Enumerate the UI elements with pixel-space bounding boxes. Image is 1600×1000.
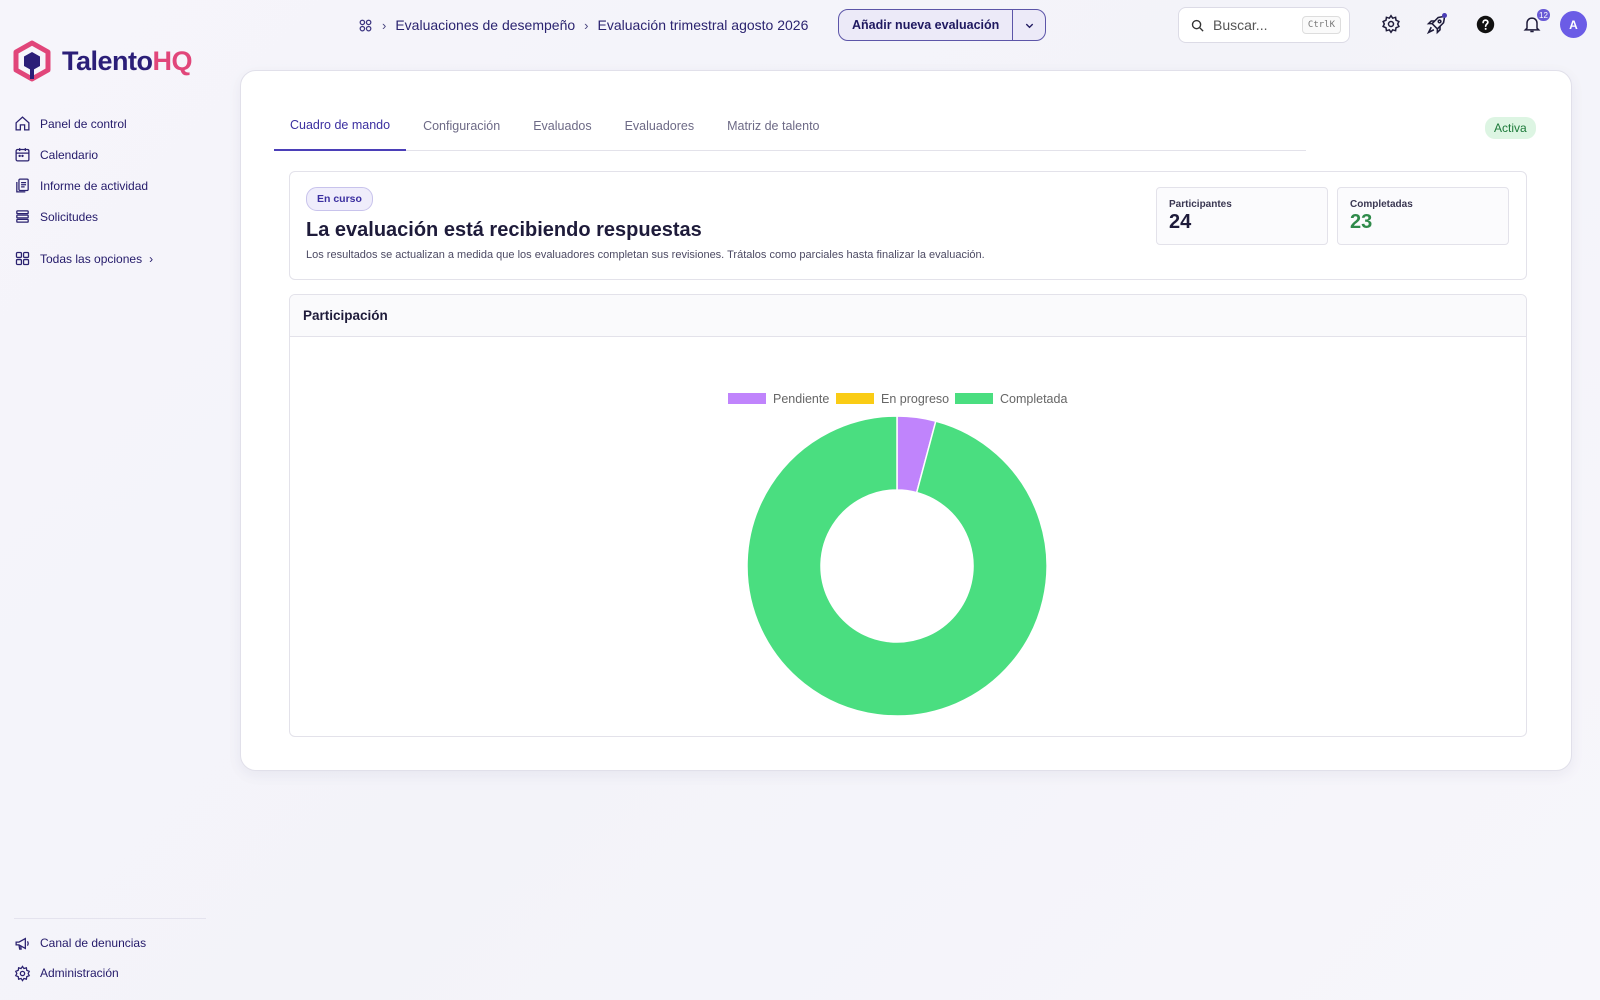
report-icon [16, 178, 29, 193]
sidebar-item-solicitudes[interactable]: Solicitudes [14, 201, 204, 232]
whats-new-button[interactable] [1424, 12, 1448, 36]
sidebar-item-calendario[interactable]: Calendario [14, 139, 204, 170]
legend-label: En progreso [881, 392, 949, 406]
logo[interactable]: TalentoHQ [12, 40, 192, 82]
add-evaluation-split-button: Añadir nueva evaluación [838, 9, 1047, 41]
breadcrumb-item[interactable]: Evaluaciones de desempeño [395, 17, 575, 33]
evaluation-card: Cuadro de mando Configuración Evaluados … [240, 70, 1572, 771]
stat-participantes: Participantes 24 [1156, 187, 1328, 245]
tab-evaluados[interactable]: Evaluados [517, 101, 607, 151]
sidebar: TalentoHQ Panel de control Calendario In… [0, 0, 210, 1000]
notification-count-badge: 12 [1537, 9, 1550, 21]
home-icon [15, 116, 30, 131]
add-evaluation-dropdown-button[interactable] [1013, 10, 1045, 40]
megaphone-icon [15, 936, 29, 950]
legend-swatch [836, 393, 874, 404]
legend-swatch [955, 393, 993, 404]
calendar-icon [15, 148, 30, 162]
tab-evaluadores[interactable]: Evaluadores [609, 101, 711, 151]
legend-label: Completada [1000, 392, 1067, 406]
sidebar-item-label: Informe de actividad [40, 178, 149, 193]
sidebar-item-panel-de-control[interactable]: Panel de control [14, 108, 204, 139]
user-avatar[interactable]: A [1560, 11, 1587, 38]
progress-banner: En curso La evaluación está recibiendo r… [289, 171, 1527, 280]
add-evaluation-button[interactable]: Añadir nueva evaluación [839, 10, 1014, 40]
logo-text: TalentoHQ [62, 45, 192, 76]
stat-label: Completadas [1350, 199, 1413, 210]
legend-label: Pendiente [773, 392, 829, 406]
sidebar-item-label: Todas las opciones [40, 251, 143, 266]
breadcrumb-item-current: Evaluación trimestral agosto 2026 [597, 17, 809, 33]
gear-icon [1382, 14, 1400, 34]
in-progress-chip: En curso [306, 187, 373, 211]
sidebar-nav: Panel de control Calendario Informe de a… [14, 108, 204, 274]
sidebar-item-label: Panel de control [40, 116, 127, 131]
donut-slice-completada[interactable] [746, 415, 1048, 717]
logo-cube-icon [13, 40, 51, 82]
gear-icon [14, 964, 31, 982]
legend-item[interactable]: Completada [955, 392, 1067, 406]
banner-description: Los resultados se actualizan a medida qu… [306, 249, 985, 261]
search-box[interactable]: Buscar... CtrlK [1178, 7, 1350, 43]
stat-value: 24 [1169, 211, 1192, 233]
chevron-down-icon [1025, 23, 1033, 28]
search-input[interactable]: Buscar... [1213, 17, 1294, 33]
legend-swatch [728, 393, 766, 404]
tab-cuadro-de-mando[interactable]: Cuadro de mando [274, 101, 407, 151]
sidebar-divider [14, 918, 206, 919]
help-icon [1476, 15, 1494, 33]
sidebar-item-todas-las-opciones[interactable]: Todas las opciones › [14, 243, 204, 274]
tab-matriz-de-talento[interactable]: Matriz de talento [711, 101, 835, 151]
sidebar-item-label: Canal de denuncias [40, 936, 147, 950]
notifications-button[interactable]: 12 [1520, 9, 1550, 36]
list-icon [16, 210, 29, 223]
legend-item[interactable]: Pendiente [728, 392, 829, 406]
status-badge: Activa [1485, 117, 1536, 139]
grid-icon [15, 251, 30, 266]
sidebar-item-label: Calendario [40, 147, 99, 162]
sidebar-item-canal-de-denuncias[interactable]: Canal de denuncias [14, 928, 204, 958]
sidebar-bottom-nav: Canal de denuncias Administración [14, 918, 206, 988]
banner-title: La evaluación está recibiendo respuestas [306, 219, 702, 241]
participation-donut-chart: Pendiente En progreso Completada [728, 392, 1067, 717]
tab-configuracion[interactable]: Configuración [407, 101, 516, 151]
stat-completadas: Completadas 23 [1337, 187, 1509, 245]
sidebar-item-label: Solicitudes [40, 209, 99, 224]
search-icon [1191, 19, 1204, 32]
chevron-right-icon: › [584, 17, 589, 33]
legend-item[interactable]: En progreso [836, 392, 949, 406]
help-button[interactable] [1473, 12, 1497, 36]
chevron-right-icon: › [382, 17, 387, 33]
tab-bar: Cuadro de mando Configuración Evaluados … [274, 101, 1306, 151]
stat-label: Participantes [1169, 199, 1232, 210]
panel-title: Participación [290, 295, 1526, 337]
stat-value: 23 [1350, 211, 1373, 233]
sidebar-item-label: Administración [40, 966, 119, 980]
apps-grid-icon[interactable] [358, 18, 373, 33]
chevron-right-icon: › [149, 251, 154, 266]
search-shortcut-hint: CtrlK [1301, 16, 1341, 34]
sidebar-item-administracion[interactable]: Administración [14, 958, 204, 988]
breadcrumb: › Evaluaciones de desempeño › Evaluación… [358, 14, 808, 36]
whats-new-indicator [1442, 13, 1447, 18]
settings-button[interactable] [1379, 12, 1403, 36]
participation-panel: Participación Pendiente En progreso Comple… [289, 294, 1527, 737]
sidebar-item-informe-de-actividad[interactable]: Informe de actividad [14, 170, 204, 201]
